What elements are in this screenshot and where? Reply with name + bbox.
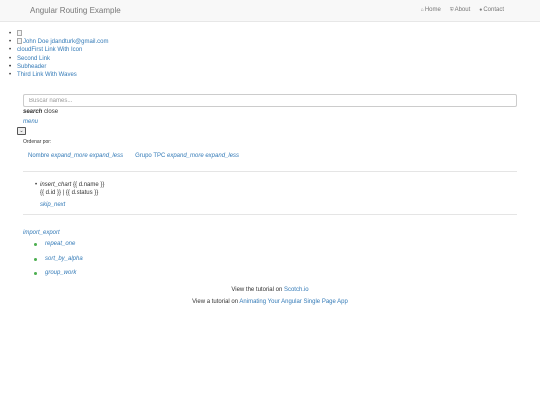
menu-item-group-work[interactable]: group_work bbox=[33, 270, 83, 285]
side-item-subheader: Subheader bbox=[9, 63, 108, 71]
sort-options: Nombre expand_more expand_less Grupo TPC… bbox=[28, 153, 239, 159]
background-image bbox=[17, 30, 22, 36]
subheader-link[interactable]: Subheader bbox=[17, 64, 46, 70]
divider bbox=[23, 171, 517, 172]
side-item-user: John Doe jdandturk@gmail.com bbox=[9, 38, 108, 47]
sort-group-label: Grupo TPC bbox=[135, 153, 166, 159]
user-email-link[interactable]: John Doe jdandturk@gmail.com bbox=[23, 39, 108, 45]
side-nav-list: John Doe jdandturk@gmail.com cloudFirst … bbox=[9, 30, 108, 79]
third-link[interactable]: Third Link With Waves bbox=[17, 72, 77, 78]
dropdown-select[interactable]: ⌄ bbox=[17, 127, 26, 135]
brand-link[interactable]: Angular Routing Example bbox=[30, 6, 121, 15]
search-label-row: search close bbox=[23, 109, 58, 115]
nav-links: ⌂ Home ⛨ About ● Contact bbox=[421, 7, 504, 13]
sort-name-icons: expand_more expand_less bbox=[51, 153, 124, 159]
divider bbox=[23, 214, 517, 215]
second-link[interactable]: Second Link bbox=[17, 56, 50, 62]
menu-link[interactable]: menu bbox=[23, 119, 38, 125]
nav-about-label: About bbox=[454, 7, 471, 13]
navbar: Angular Routing Example ⌂ Home ⛨ About ●… bbox=[0, 0, 540, 22]
avatar bbox=[17, 38, 22, 45]
sort-by-alpha-link[interactable]: sort_by_alpha bbox=[45, 256, 83, 262]
side-item-background-image bbox=[9, 30, 108, 38]
side-item-first-link: cloudFirst Link With Icon bbox=[9, 46, 108, 54]
nav-home-label: Home bbox=[424, 7, 441, 13]
sort-by-name-link[interactable]: Nombre expand_more expand_less bbox=[28, 153, 123, 159]
close-icon[interactable]: close bbox=[44, 109, 58, 115]
insert-chart-icon: insert_chart bbox=[40, 182, 72, 188]
sort-by-group-link[interactable]: Grupo TPC expand_more expand_less bbox=[135, 153, 239, 159]
footer-line-2: View a tutorial on Animating Your Angula… bbox=[0, 299, 540, 305]
footer-line1-text: View the tutorial on bbox=[231, 287, 283, 293]
search-icon: search bbox=[23, 109, 43, 115]
results-list: insert_chart {{ d.name }} {{ d.id }} | {… bbox=[35, 181, 104, 197]
search-input[interactable] bbox=[23, 94, 517, 107]
fab-menu-list: repeat_one sort_by_alpha group_work bbox=[33, 241, 83, 285]
nav-home-link[interactable]: ⌂ Home bbox=[421, 7, 441, 13]
first-link[interactable]: cloudFirst Link With Icon bbox=[17, 47, 82, 53]
menu-item-sort-by-alpha[interactable]: sort_by_alpha bbox=[33, 256, 83, 271]
side-item-second-link: Second Link bbox=[9, 55, 108, 63]
menu-item-repeat-one[interactable]: repeat_one bbox=[33, 241, 83, 256]
scotch-link[interactable]: Scotch.io bbox=[284, 287, 309, 293]
result-name: {{ d.name }} bbox=[73, 182, 105, 188]
sort-name-label: Nombre bbox=[28, 153, 50, 159]
group-work-link[interactable]: group_work bbox=[45, 270, 76, 276]
nav-about-link[interactable]: ⛨ About bbox=[450, 7, 470, 13]
footer-line-1: View the tutorial on Scotch.io bbox=[0, 287, 540, 293]
skip-next-link[interactable]: skip_next bbox=[40, 202, 65, 208]
result-meta: {{ d.id }} | {{ d.status }} bbox=[40, 190, 99, 196]
home-icon: ⌂ bbox=[420, 7, 424, 13]
footer-line2-text: View a tutorial on bbox=[192, 299, 239, 305]
shield-icon: ⛨ bbox=[449, 7, 454, 13]
chevron-down-icon: ⌄ bbox=[19, 128, 24, 134]
sort-group-icons: expand_more expand_less bbox=[166, 153, 240, 159]
import-export-link[interactable]: import_export bbox=[23, 230, 60, 236]
comment-icon: ● bbox=[479, 7, 483, 13]
repeat-one-link[interactable]: repeat_one bbox=[45, 241, 75, 247]
nav-contact-link[interactable]: ● Contact bbox=[479, 7, 504, 13]
nav-contact-label: Contact bbox=[483, 7, 504, 13]
sort-label: Ordenar por: bbox=[23, 139, 52, 145]
animating-tutorial-link[interactable]: Animating Your Angular Single Page App bbox=[239, 299, 347, 305]
side-item-third-link: Third Link With Waves bbox=[9, 71, 108, 79]
result-item[interactable]: insert_chart {{ d.name }} {{ d.id }} | {… bbox=[35, 181, 104, 197]
